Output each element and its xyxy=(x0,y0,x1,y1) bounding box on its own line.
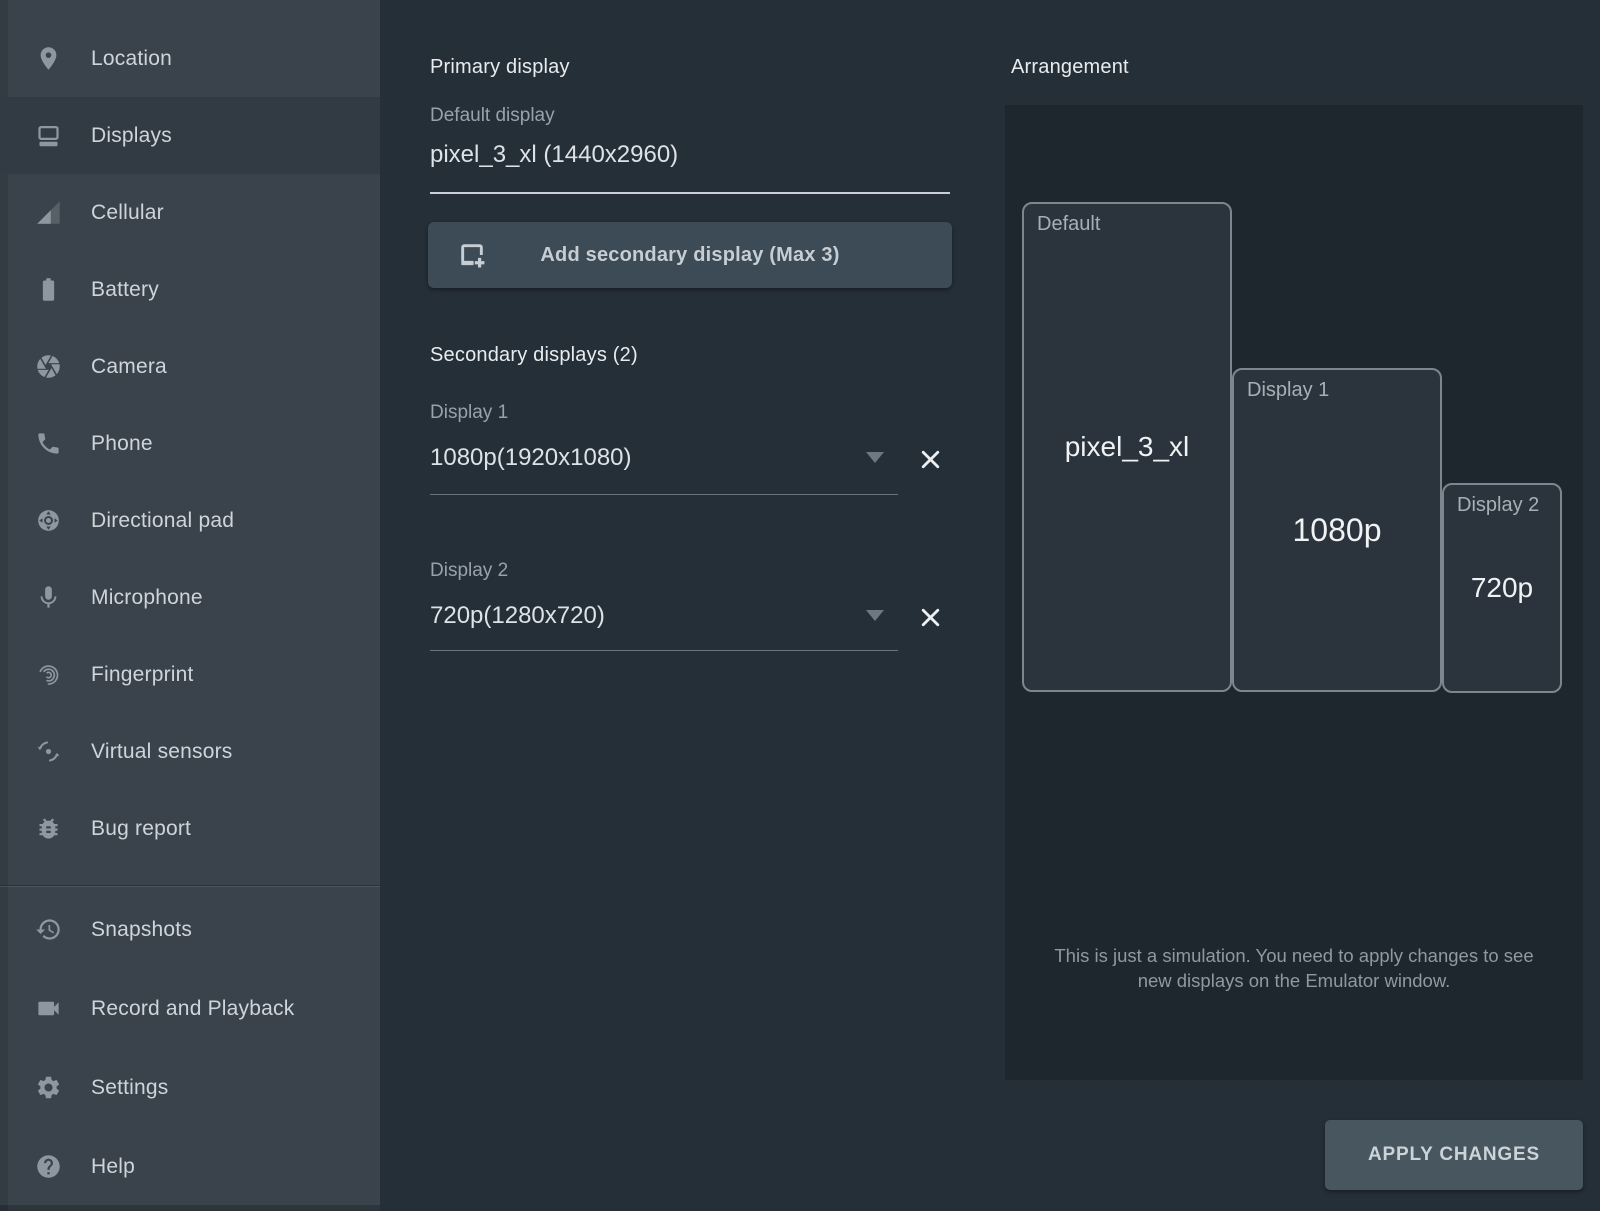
sidebar-item-directional-pad[interactable]: Directional pad xyxy=(0,482,380,559)
sidebar-item-displays[interactable]: Displays xyxy=(0,97,380,174)
simulation-note: This is just a simulation. You need to a… xyxy=(1044,943,1544,993)
bug-report-icon xyxy=(35,815,62,842)
extended-controls-window: Location Displays Cellular Battery Camera Pho… xyxy=(0,0,1600,1211)
dpad-icon xyxy=(35,507,62,534)
sidebar-item-label: Settings xyxy=(91,1076,168,1100)
remove-display-button[interactable] xyxy=(914,443,946,475)
arrangement-heading: Arrangement xyxy=(1011,56,1129,79)
default-display-value: pixel_3_xl (1440x2960) xyxy=(430,141,678,169)
sidebar-item-help[interactable]: Help xyxy=(0,1127,380,1206)
arrangement-box-display-2[interactable]: Display 2 720p xyxy=(1442,483,1562,693)
default-display-label: Default display xyxy=(430,105,555,127)
sidebar-item-label: Cellular xyxy=(91,201,164,225)
arrangement-box-default[interactable]: Default pixel_3_xl xyxy=(1022,202,1232,692)
primary-display-heading: Primary display xyxy=(430,56,570,79)
sidebar-item-label: Snapshots xyxy=(91,918,192,942)
sidebar-item-label: Directional pad xyxy=(91,509,234,533)
sidebar-item-label: Battery xyxy=(91,278,159,302)
fingerprint-icon xyxy=(35,661,62,688)
dropdown-caret-icon[interactable] xyxy=(866,610,884,621)
sidebar-item-location[interactable]: Location xyxy=(0,20,380,97)
dropdown-caret-icon[interactable] xyxy=(866,452,884,463)
arrangement-box-resolution: 720p xyxy=(1471,572,1533,604)
sidebar-item-phone[interactable]: Phone xyxy=(0,405,380,482)
arrangement-panel: Default pixel_3_xl Display 1 1080p Display 2… xyxy=(1005,105,1583,1080)
sidebar-item-label: Displays xyxy=(91,124,172,148)
phone-icon xyxy=(35,430,62,457)
close-icon xyxy=(918,447,943,472)
apply-changes-button[interactable]: APPLY CHANGES xyxy=(1325,1120,1583,1190)
sidebar-footer-group: Snapshots Record and Playback Settings Help xyxy=(0,890,380,1206)
sidebar-item-battery[interactable]: Battery xyxy=(0,251,380,328)
arrangement-box-label: Display 2 xyxy=(1457,494,1539,517)
location-icon xyxy=(35,45,62,72)
display-select-underline xyxy=(430,494,898,495)
sidebar-item-label: Bug report xyxy=(91,817,191,841)
sidebar-item-label: Virtual sensors xyxy=(91,740,233,764)
display-select-underline xyxy=(430,650,898,651)
microphone-icon xyxy=(35,584,62,611)
sidebar-item-label: Microphone xyxy=(91,586,203,610)
close-icon xyxy=(918,605,943,630)
sidebar-main-group: Location Displays Cellular Battery Camera Pho… xyxy=(0,20,380,867)
battery-icon xyxy=(35,276,62,303)
sidebar-item-label: Phone xyxy=(91,432,153,456)
arrangement-box-display-1[interactable]: Display 1 1080p xyxy=(1232,368,1442,692)
sidebar-item-cellular[interactable]: Cellular xyxy=(0,174,380,251)
sidebar-item-label: Fingerprint xyxy=(91,663,194,687)
settings-icon xyxy=(35,1074,62,1101)
add-display-icon xyxy=(456,239,488,271)
sidebar-item-microphone[interactable]: Microphone xyxy=(0,559,380,636)
sidebar-item-snapshots[interactable]: Snapshots xyxy=(0,890,380,969)
sidebar-item-virtual-sensors[interactable]: Virtual sensors xyxy=(0,713,380,790)
sidebar-item-settings[interactable]: Settings xyxy=(0,1048,380,1127)
sidebar: Location Displays Cellular Battery Camera Pho… xyxy=(0,0,380,1211)
display-label: Display 1 xyxy=(430,402,508,424)
arrangement-box-label: Default xyxy=(1037,213,1100,236)
camera-icon xyxy=(35,353,62,380)
cellular-icon xyxy=(35,199,62,226)
sidebar-item-label: Record and Playback xyxy=(91,997,294,1021)
sidebar-item-bug-report[interactable]: Bug report xyxy=(0,790,380,867)
virtual-sensors-icon xyxy=(35,738,62,765)
snapshots-icon xyxy=(35,916,62,943)
arrangement-box-label: Display 1 xyxy=(1247,379,1329,402)
display-resolution-select[interactable]: 1080p(1920x1080) xyxy=(430,444,632,472)
add-secondary-display-label: Add secondary display (Max 3) xyxy=(540,244,839,266)
arrangement-box-resolution: pixel_3_xl xyxy=(1065,431,1190,463)
display-resolution-select[interactable]: 720p(1280x720) xyxy=(430,602,605,630)
remove-display-button[interactable] xyxy=(914,601,946,633)
display-label: Display 2 xyxy=(430,560,508,582)
secondary-displays-heading: Secondary displays (2) xyxy=(430,344,638,367)
sidebar-divider xyxy=(0,886,380,887)
sidebar-item-label: Camera xyxy=(91,355,167,379)
record-playback-icon xyxy=(35,995,62,1022)
help-icon xyxy=(35,1153,62,1180)
displays-icon xyxy=(35,122,62,149)
add-secondary-display-button[interactable]: Add secondary display (Max 3) xyxy=(428,222,952,288)
sidebar-item-fingerprint[interactable]: Fingerprint xyxy=(0,636,380,713)
sidebar-item-label: Help xyxy=(91,1155,135,1179)
sidebar-item-label: Location xyxy=(91,47,172,71)
arrangement-box-resolution: 1080p xyxy=(1293,512,1382,549)
default-display-underline xyxy=(430,192,950,194)
sidebar-item-camera[interactable]: Camera xyxy=(0,328,380,405)
sidebar-item-record-and-playback[interactable]: Record and Playback xyxy=(0,969,380,1048)
